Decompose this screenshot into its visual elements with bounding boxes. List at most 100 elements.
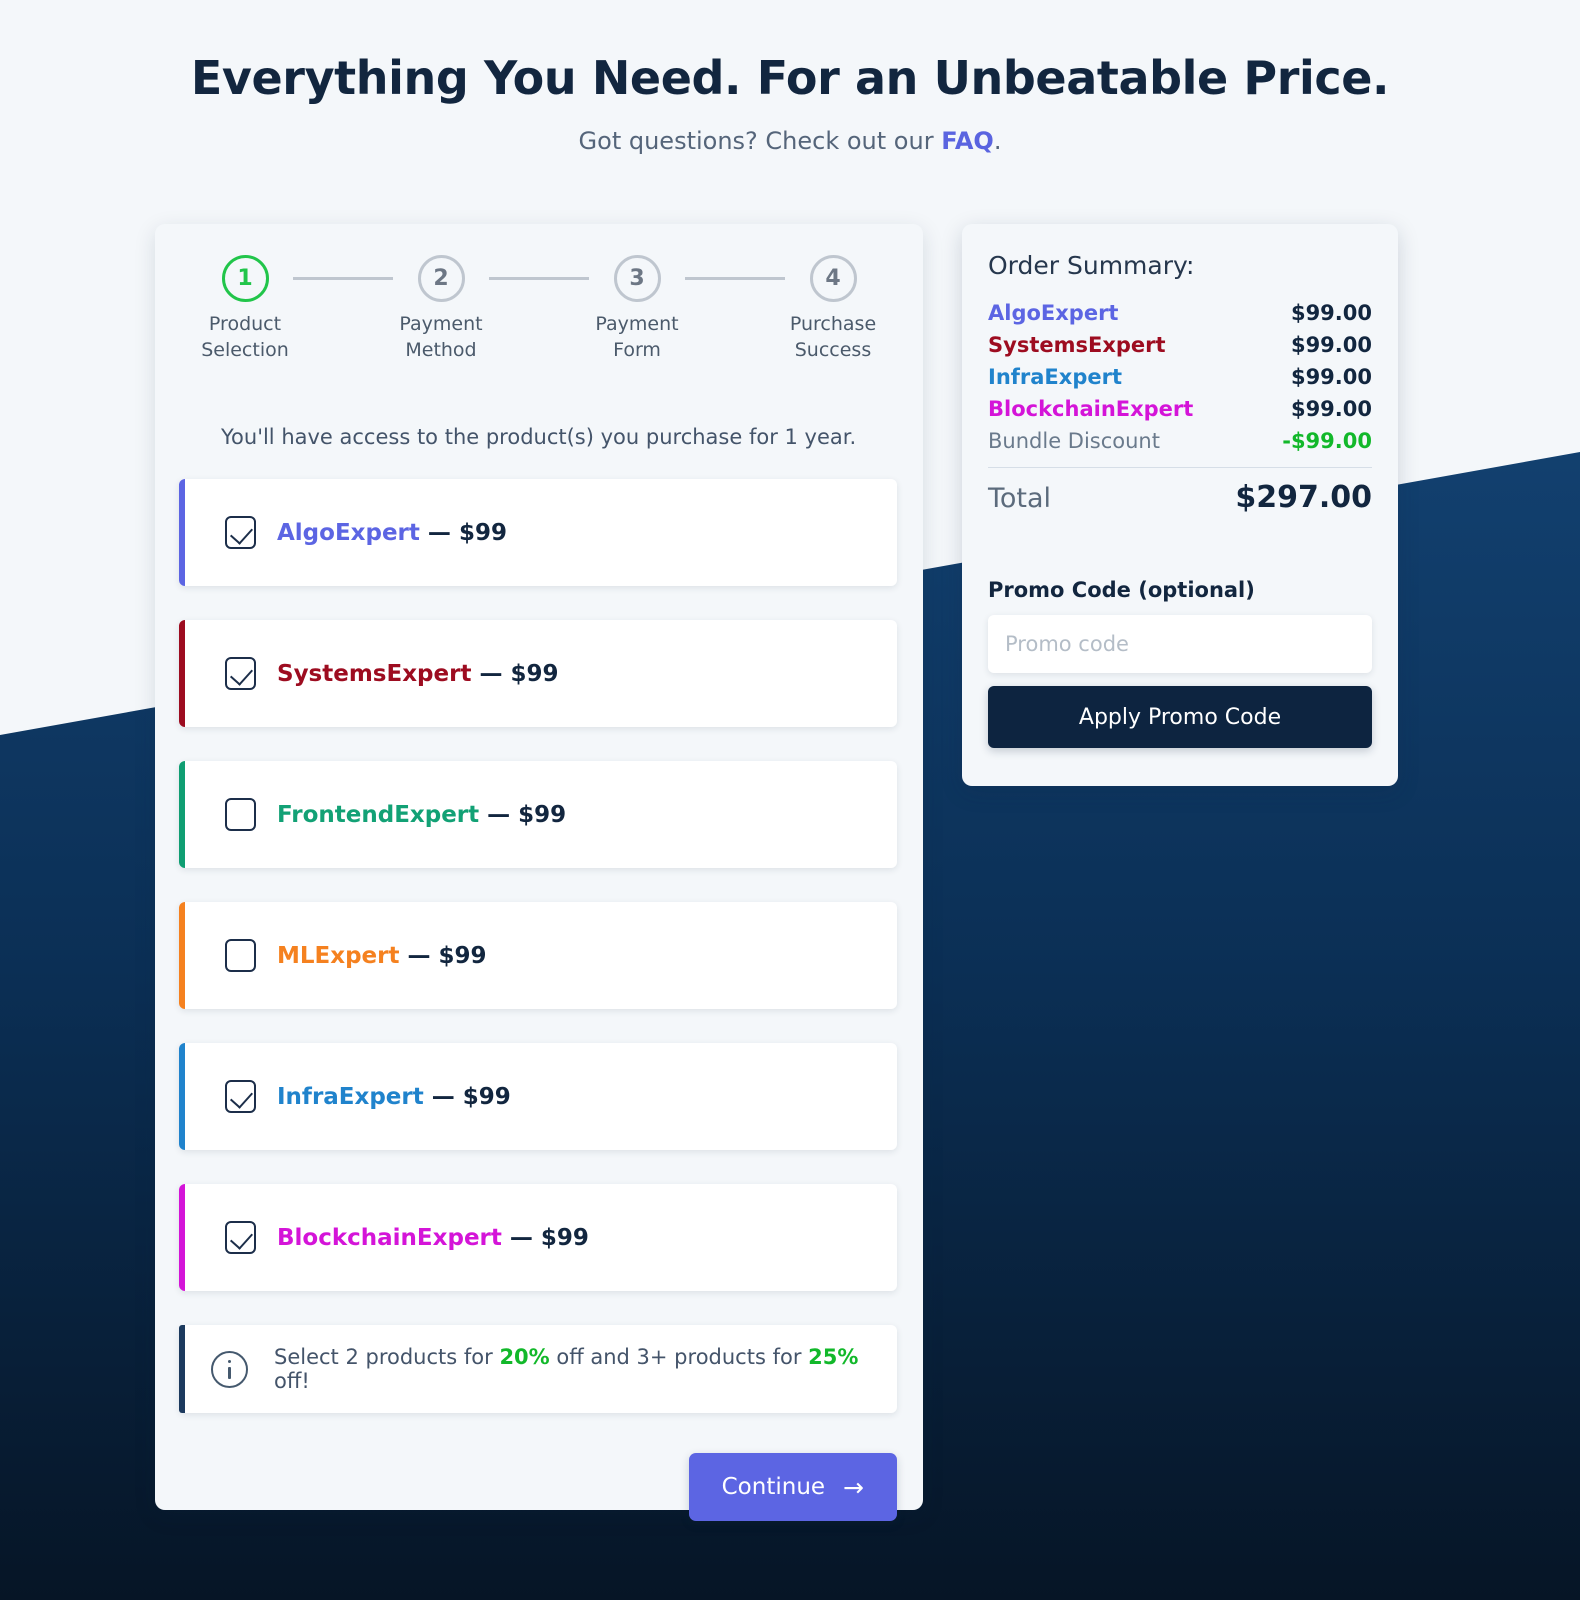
product-dash: — — [407, 942, 431, 969]
summary-line-amount: $99.00 — [1290, 301, 1372, 325]
product-list: AlgoExpert — $99 SystemsExpert — $99 Front… — [155, 479, 923, 1291]
product-dash: — — [509, 1224, 533, 1251]
summary-line-amount: $99.00 — [1290, 397, 1372, 421]
product-accent-bar — [179, 1184, 185, 1291]
order-summary-card: Order Summary: AlgoExpert $99.00 SystemsEx… — [962, 224, 1398, 786]
step-circle-2: 2 — [417, 255, 465, 302]
continue-button-label: Continue — [721, 1474, 826, 1500]
hero-subtitle: Got questions? Check out our FAQ. — [0, 127, 1580, 155]
banner-text-1: Select 2 products for — [274, 1345, 500, 1369]
checkout-card: 1 Product Selection 2 Payment Method 3 Paymen… — [155, 224, 923, 1521]
summary-row-infraexpert: InfraExpert $99.00 — [988, 365, 1372, 389]
summary-line-name: BlockchainExpert — [988, 397, 1194, 421]
product-card-algoexpert[interactable]: AlgoExpert — $99 — [179, 479, 897, 586]
product-card-mlexpert[interactable]: MLExpert — $99 — [179, 902, 897, 1009]
banner-text-3: off! — [274, 1369, 310, 1393]
summary-line-name: InfraExpert — [988, 365, 1122, 389]
step-circle-3: 3 — [613, 255, 661, 302]
order-total-amount: $297.00 — [1235, 480, 1372, 515]
product-price: $99 — [458, 519, 507, 546]
step-label-3: Payment Form — [595, 313, 679, 361]
bundle-discount-text: Select 2 products for 20% off and 3+ pro… — [274, 1345, 897, 1393]
product-accent-bar — [179, 479, 185, 586]
banner-pct-2: 25% — [808, 1345, 859, 1369]
product-checkbox-infraexpert[interactable] — [225, 1080, 256, 1113]
step-label-4: Purchase Success — [789, 313, 877, 361]
product-price: $99 — [462, 1083, 511, 1110]
arrow-right-icon: → — [843, 1472, 864, 1502]
product-card-systemsexpert[interactable]: SystemsExpert — $99 — [179, 620, 897, 727]
summary-row-algoexpert: AlgoExpert $99.00 — [988, 301, 1372, 325]
summary-row-blockchainexpert: BlockchainExpert $99.00 — [988, 397, 1372, 421]
product-accent-bar — [179, 1043, 185, 1150]
product-dash: — — [431, 1083, 455, 1110]
order-total-label: Total — [988, 483, 1052, 514]
banner-accent-bar — [179, 1325, 185, 1413]
product-price: $99 — [510, 660, 559, 687]
promo-code-input[interactable] — [988, 615, 1372, 673]
continue-button[interactable]: Continue → — [688, 1453, 897, 1521]
product-accent-bar — [179, 620, 185, 727]
product-price: $99 — [540, 1224, 589, 1251]
order-total-row: Total $297.00 — [988, 480, 1372, 515]
product-name: InfraExpert — [277, 1083, 424, 1110]
step-connector-3 — [685, 277, 785, 280]
product-card-infraexpert[interactable]: InfraExpert — $99 — [179, 1043, 897, 1150]
product-accent-bar — [179, 902, 185, 1009]
summary-line-amount: $99.00 — [1290, 333, 1372, 357]
product-label: SystemsExpert — $99 — [277, 661, 559, 687]
stepper-step-2[interactable]: 2 Payment Method — [393, 255, 489, 363]
stepper-step-4[interactable]: 4 Purchase Success — [785, 255, 881, 363]
product-dash: — — [487, 801, 511, 828]
product-checkbox-systemsexpert[interactable] — [225, 657, 256, 690]
step-label-2: Payment Method — [399, 313, 483, 361]
page-title: Everything You Need. For an Unbeatable P… — [190, 51, 1390, 105]
bundle-discount-banner: Select 2 products for 20% off and 3+ pro… — [179, 1325, 897, 1413]
product-checkbox-algoexpert[interactable] — [225, 516, 256, 549]
step-label-1: Product Selection — [201, 313, 289, 361]
banner-text-2: off and 3+ products for — [549, 1345, 809, 1369]
product-checkbox-mlexpert[interactable] — [225, 939, 256, 972]
product-label: MLExpert — $99 — [277, 943, 487, 969]
product-checkbox-frontendexpert[interactable] — [225, 798, 256, 831]
product-label: InfraExpert — $99 — [277, 1084, 511, 1110]
order-summary-title: Order Summary: — [988, 251, 1195, 280]
product-dash: — — [479, 660, 503, 687]
step-connector-1 — [293, 277, 393, 280]
summary-row-systemsexpert: SystemsExpert $99.00 — [988, 333, 1372, 357]
access-note: You'll have access to the product(s) you… — [221, 425, 857, 449]
summary-row-bundle-discount: Bundle Discount -$99.00 — [988, 429, 1372, 453]
summary-line-name: SystemsExpert — [988, 333, 1166, 357]
product-name: MLExpert — [277, 942, 400, 969]
faq-link[interactable]: FAQ — [941, 127, 994, 155]
step-circle-1: 1 — [221, 255, 269, 302]
stepper-step-3[interactable]: 3 Payment Form — [589, 255, 685, 363]
product-price: $99 — [438, 942, 487, 969]
product-label: FrontendExpert — $99 — [277, 802, 566, 828]
step-circle-4: 4 — [809, 255, 857, 302]
hero-subtitle-text-after: . — [993, 126, 1002, 155]
product-card-frontendexpert[interactable]: FrontendExpert — $99 — [179, 761, 897, 868]
product-card-blockchainexpert[interactable]: BlockchainExpert — $99 — [179, 1184, 897, 1291]
summary-line-name: Bundle Discount — [988, 429, 1160, 453]
product-name: FrontendExpert — [277, 801, 480, 828]
product-label: BlockchainExpert — $99 — [277, 1225, 589, 1251]
product-accent-bar — [179, 761, 185, 868]
product-name: BlockchainExpert — [277, 1224, 502, 1251]
summary-divider — [988, 467, 1372, 468]
hero-section: Everything You Need. For an Unbeatable P… — [0, 0, 1580, 155]
stepper-step-1[interactable]: 1 Product Selection — [197, 255, 293, 363]
apply-promo-code-button[interactable]: Apply Promo Code — [988, 686, 1372, 748]
continue-row: Continue → — [155, 1413, 923, 1521]
product-name: SystemsExpert — [277, 660, 472, 687]
product-label: AlgoExpert — $99 — [277, 520, 507, 546]
product-name: AlgoExpert — [277, 519, 420, 546]
summary-line-name: AlgoExpert — [988, 301, 1119, 325]
product-price: $99 — [518, 801, 567, 828]
summary-line-amount: -$99.00 — [1282, 429, 1372, 453]
progress-stepper: 1 Product Selection 2 Payment Method 3 Paymen… — [155, 224, 923, 363]
product-checkbox-blockchainexpert[interactable] — [225, 1221, 256, 1254]
product-dash: — — [427, 519, 451, 546]
summary-line-amount: $99.00 — [1290, 365, 1372, 389]
banner-pct-1: 20% — [499, 1345, 550, 1369]
